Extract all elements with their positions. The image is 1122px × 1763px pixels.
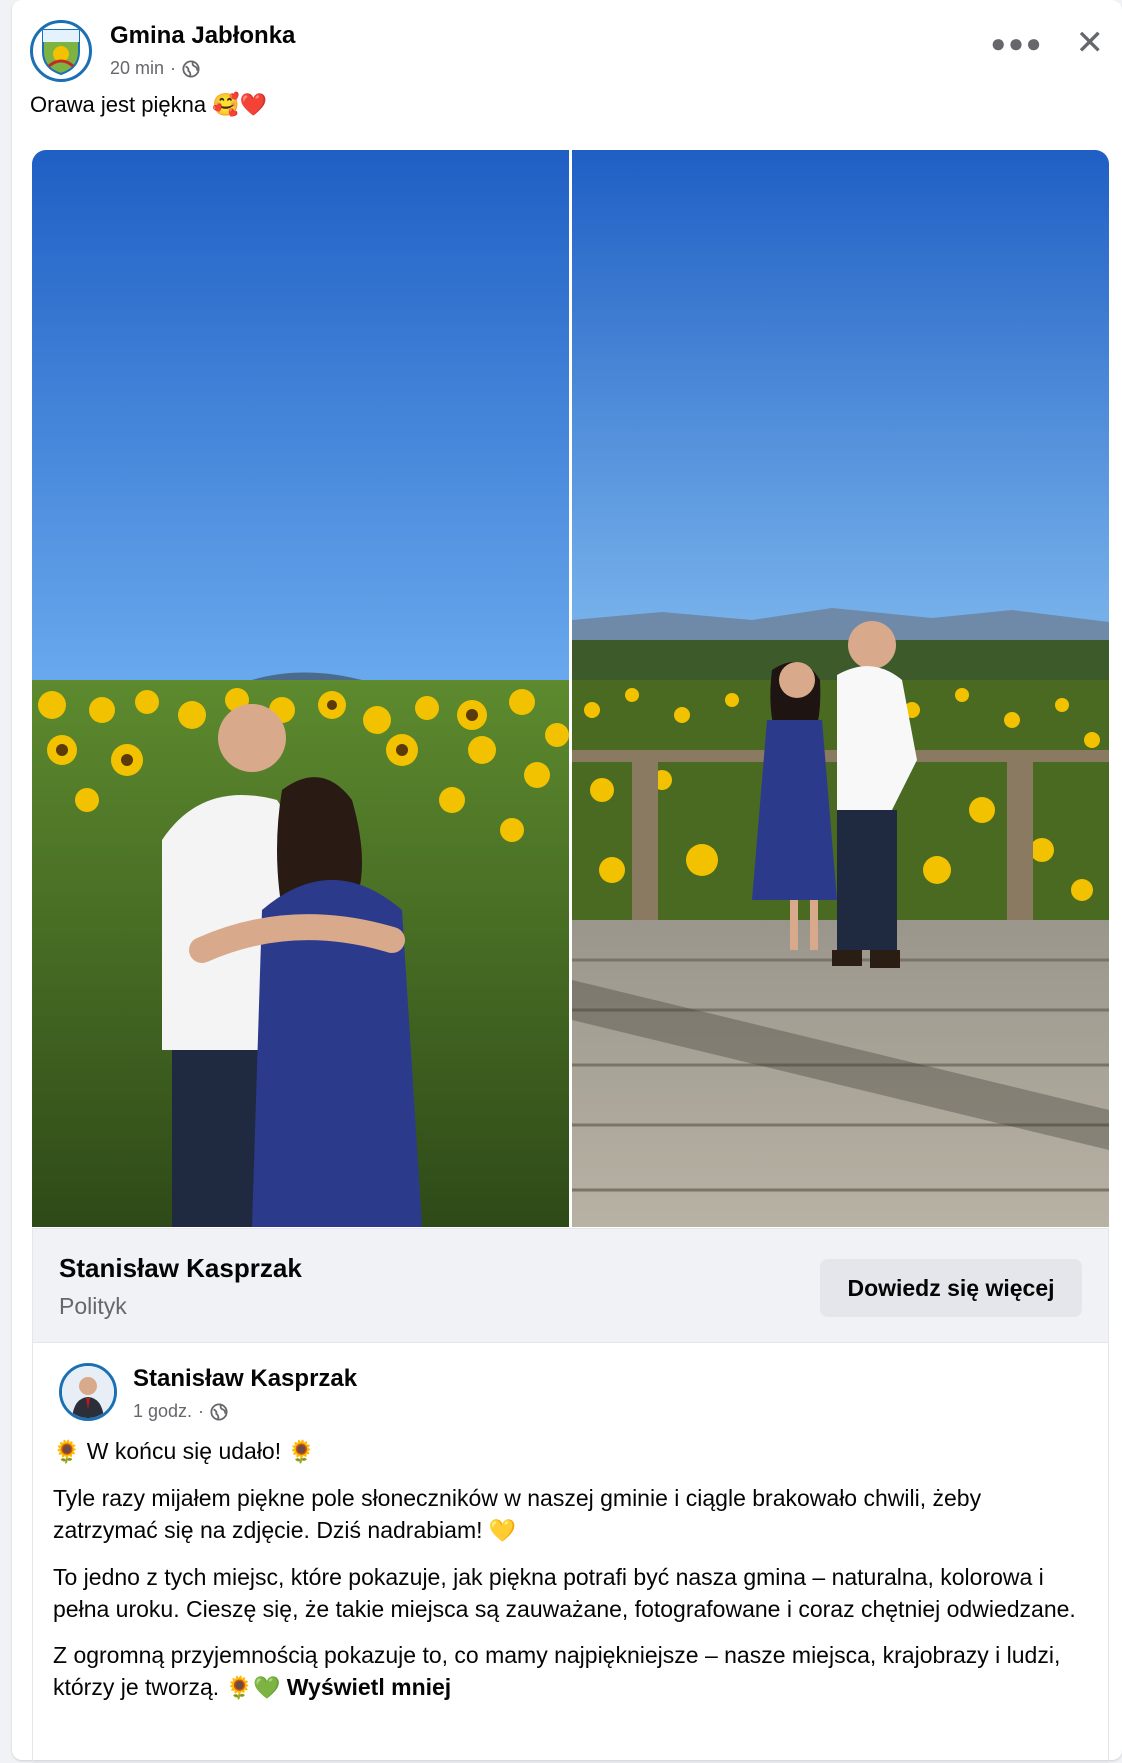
author-name[interactable]: Stanisław Kasprzak (133, 1365, 357, 1393)
post-time[interactable]: 20 min (110, 58, 164, 79)
caption-emoji: 🥰❤️ (212, 92, 268, 117)
cta-bar: Stanisław Kasprzak Polityk Dowiedz się w… (32, 1228, 1109, 1343)
paragraph-3: Z ogromną przyjemnością pokazuje to, co … (53, 1639, 1084, 1704)
author-avatar[interactable] (59, 1363, 117, 1421)
caption-text: Orawa jest piękna (30, 92, 207, 117)
post-meta: 20 min · (110, 58, 200, 79)
sunflower-green-heart-icon: 🌻💚 (225, 1675, 281, 1700)
sunflower-icon: 🌻 (53, 1439, 81, 1464)
photo-right[interactable] (572, 150, 1109, 1227)
meta-separator: · (198, 1401, 205, 1421)
globe-icon (182, 59, 200, 78)
photo-divider (569, 150, 572, 1227)
headline-text: W końcu się udało! (86, 1438, 282, 1464)
learn-more-button[interactable]: Dowiedz się więcej (820, 1259, 1082, 1317)
photo-left[interactable] (32, 150, 569, 1227)
paragraph-1: Tyle razy mijałem piękne pole słonecznik… (53, 1482, 1084, 1547)
cta-profile-category: Polityk (59, 1293, 127, 1319)
author-portrait-icon (62, 1366, 114, 1418)
shared-post-body: 🌻 W końcu się udało! 🌻 Tyle razy mijałem… (53, 1435, 1084, 1718)
globe-icon (210, 1402, 228, 1421)
cta-profile-name[interactable]: Stanisław Kasprzak (59, 1253, 302, 1284)
sunflower-icon: 🌻 (287, 1439, 315, 1464)
header-actions: ●●● ✕ (990, 26, 1104, 60)
photo-platform-image (572, 150, 1109, 1227)
shared-post: Stanisław Kasprzak 1 godz. · 🌻 W końcu s… (32, 1343, 1109, 1763)
page-avatar[interactable] (30, 20, 92, 82)
photo-grid (32, 150, 1109, 1227)
paragraph-3-text: Z ogromną przyjemnością pokazuje to, co … (53, 1642, 1061, 1700)
close-icon[interactable]: ✕ (1076, 26, 1105, 60)
photo-hug-image (32, 150, 569, 1227)
paragraph-1-text: Tyle razy mijałem piękne pole słonecznik… (53, 1485, 982, 1543)
post-caption: Orawa jest piękna 🥰❤️ (30, 92, 267, 118)
paragraph-2: To jedno z tych miejsc, które pokazuje, … (53, 1564, 1076, 1622)
yellow-heart-icon: 💛 (488, 1518, 517, 1543)
post-card: Gmina Jabłonka 20 min · ●●● ✕ Orawa jest… (12, 0, 1122, 1763)
headline-line: 🌻 W końcu się udało! 🌻 (53, 1435, 1084, 1468)
shared-post-time[interactable]: 1 godz. (133, 1401, 192, 1422)
more-options-icon[interactable]: ●●● (990, 28, 1043, 59)
see-less-link[interactable]: Wyświetl mniej (287, 1674, 451, 1700)
shared-post-meta: 1 godz. · (133, 1401, 228, 1422)
coat-of-arms-icon (42, 29, 80, 76)
page-name[interactable]: Gmina Jabłonka (110, 22, 295, 50)
post-header: Gmina Jabłonka 20 min · ●●● ✕ (30, 18, 1104, 88)
meta-separator: · (170, 58, 177, 78)
